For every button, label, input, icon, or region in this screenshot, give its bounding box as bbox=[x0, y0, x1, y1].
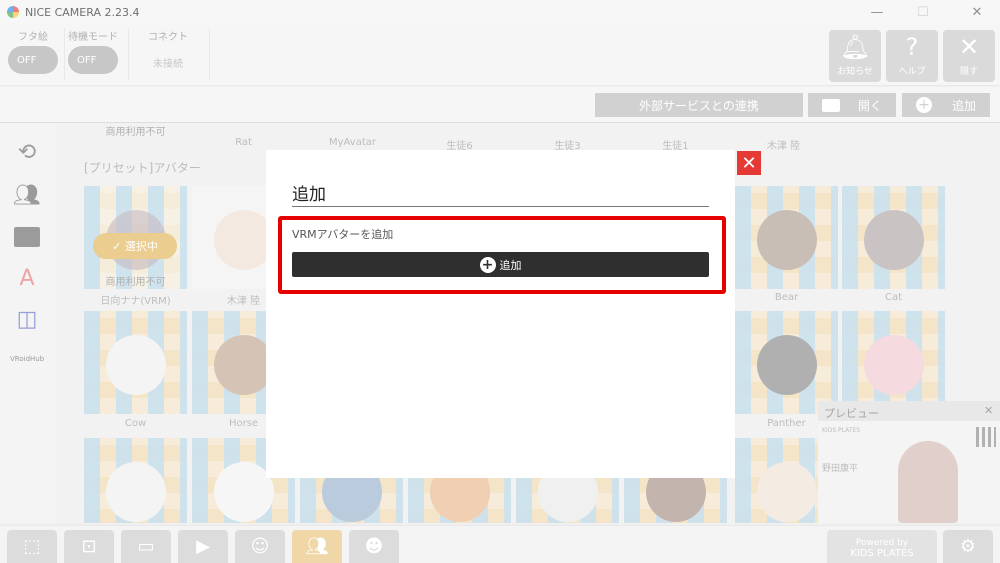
add-dialog bbox=[266, 150, 735, 478]
highlight-box bbox=[278, 216, 726, 294]
dialog-title-underline bbox=[292, 206, 709, 207]
dialog-close-button[interactable]: ✕ bbox=[737, 151, 761, 175]
dialog-title: 追加 bbox=[292, 185, 326, 205]
